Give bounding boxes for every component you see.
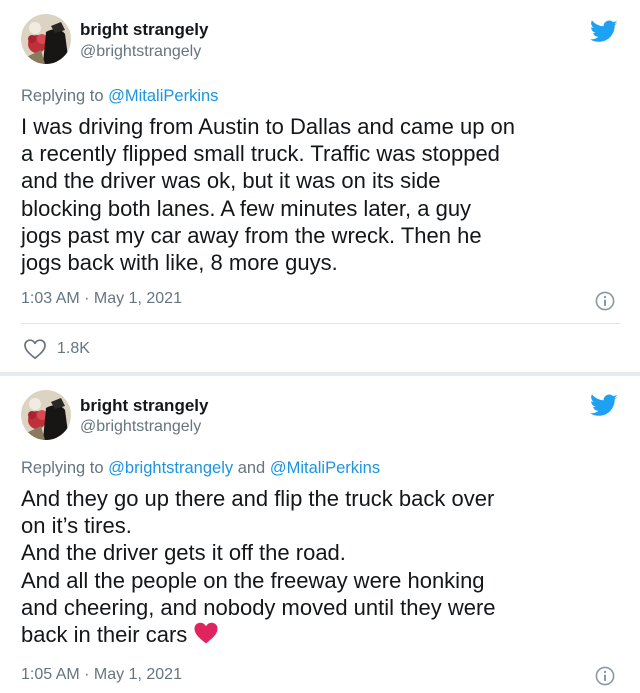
tweet-timestamp[interactable]: 1:03 AM · May 1, 2021: [21, 290, 182, 308]
replying-to: Replying to @brightstrangely and @Mitali…: [21, 459, 380, 478]
twitter-bird-icon[interactable]: [590, 394, 618, 418]
heart-outline-icon[interactable]: [23, 338, 47, 360]
mention-link[interactable]: @MitaliPerkins: [270, 459, 380, 477]
avatar[interactable]: [21, 390, 71, 440]
tweet-text-line: I was driving from Austin to Dallas and …: [21, 114, 516, 139]
tweet-text-line: And the driver gets it off the road.: [21, 540, 346, 566]
tweet-text: I was driving from Austin to Dallas and …: [21, 113, 626, 276]
replying-to-joiner: and: [233, 459, 270, 477]
tweet-text-line: and the driver was ok, but it was on its…: [21, 168, 441, 194]
mention-link[interactable]: @MitaliPerkins: [108, 87, 218, 105]
divider: [21, 323, 621, 324]
author-name[interactable]: bright strangely: [80, 396, 208, 416]
info-icon[interactable]: [595, 291, 615, 311]
tweet-text-line: And all the people on the freeway were h…: [21, 567, 485, 593]
tweet-card-1[interactable]: bright strangely @brightstrangely Replyi…: [0, 0, 640, 372]
tweet-text-line: jogs past my car away from the wreck. Th…: [21, 222, 482, 248]
tweet-text-line: a recently flipped small truck. Traffic …: [21, 141, 500, 167]
tweet-text-line: blocking both lanes. A few minutes later…: [21, 195, 472, 221]
author-handle[interactable]: @brightstrangely: [80, 418, 201, 436]
tweet-text: And they go up there and flip the truck …: [21, 485, 626, 648]
tweet-text-line: back in their cars: [21, 622, 188, 648]
tweet-timestamp[interactable]: 1:05 AM · May 1, 2021: [21, 666, 182, 684]
info-icon[interactable]: [595, 666, 615, 686]
replying-to-prefix: Replying to: [21, 87, 109, 105]
author-name[interactable]: bright strangely: [80, 20, 208, 40]
red-heart-emoji-icon: [194, 622, 218, 644]
tweet-text-line: And they go up there and flip the truck …: [21, 486, 495, 511]
twitter-bird-icon[interactable]: [590, 20, 618, 44]
tweet-text-line: and cheering, and nobody moved until the…: [21, 594, 496, 620]
mention-link[interactable]: @brightstrangely: [108, 459, 233, 477]
tweet-text-line: jogs back with like, 8 more guys.: [21, 250, 338, 276]
avatar-image: [21, 14, 71, 64]
like-count: 1.8K: [57, 340, 90, 357]
avatar[interactable]: [21, 14, 71, 64]
replying-to: Replying to @MitaliPerkins: [21, 87, 218, 106]
tweet-text-line: on it’s tires.: [21, 513, 132, 539]
tweet-text-line-last: back in their cars: [21, 621, 626, 648]
like-action[interactable]: 1.8K: [23, 338, 90, 360]
tweet-card-2[interactable]: bright strangely @brightstrangely Replyi…: [0, 376, 640, 693]
avatar-image: [21, 390, 71, 440]
replying-to-prefix: Replying to: [21, 459, 109, 477]
author-handle[interactable]: @brightstrangely: [80, 43, 201, 61]
